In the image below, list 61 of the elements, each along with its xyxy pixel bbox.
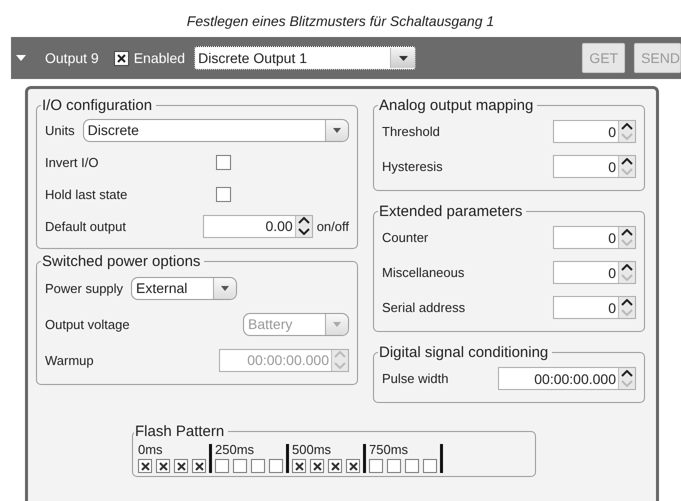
spinner-field[interactable]: 0.00 bbox=[202, 214, 313, 238]
step-checkbox[interactable] bbox=[369, 459, 383, 473]
field-label: Counter bbox=[382, 230, 430, 245]
spinner-field[interactable]: 0 bbox=[553, 296, 636, 319]
spinner-field[interactable]: 0 bbox=[553, 226, 636, 249]
field-label: Warmup bbox=[45, 352, 95, 368]
spinner-field[interactable]: 0 bbox=[553, 261, 636, 284]
checkbox[interactable] bbox=[216, 186, 231, 202]
field-label: Units bbox=[45, 122, 75, 138]
unit-label: on/off bbox=[316, 218, 349, 234]
field-label: Hysteresis bbox=[382, 159, 444, 174]
caret-icon[interactable] bbox=[16, 55, 26, 61]
enabled-label: Enabled bbox=[134, 50, 186, 66]
caret-icon bbox=[333, 322, 341, 326]
field-label: Pulse width bbox=[382, 371, 450, 386]
step-checkbox[interactable] bbox=[292, 459, 306, 473]
step-checkbox[interactable] bbox=[192, 459, 206, 473]
step-checkbox[interactable] bbox=[156, 459, 170, 473]
spinner-field[interactable]: 0 bbox=[553, 155, 636, 178]
caret-icon bbox=[221, 286, 230, 290]
step-checkbox[interactable] bbox=[269, 459, 283, 473]
step-checkbox[interactable] bbox=[423, 459, 437, 473]
step-checkbox[interactable] bbox=[174, 459, 188, 473]
field-label: Miscellaneous bbox=[382, 265, 466, 280]
time-label: 0ms bbox=[138, 442, 164, 457]
step-checkbox[interactable] bbox=[405, 459, 419, 473]
channel-dropdown[interactable]: Discrete Output 1 bbox=[194, 46, 416, 70]
step-checkbox[interactable] bbox=[328, 459, 342, 473]
step-checkbox[interactable] bbox=[233, 459, 247, 473]
field-label: Serial address bbox=[382, 300, 466, 315]
field-label: Threshold bbox=[382, 124, 441, 139]
group-title: Digital signal conditioning bbox=[378, 344, 550, 361]
group-title: Flash Pattern bbox=[134, 423, 226, 440]
time-label: 250ms bbox=[215, 442, 256, 457]
step-checkbox[interactable] bbox=[310, 459, 324, 473]
caret-icon bbox=[333, 128, 341, 132]
field-label: Invert I/O bbox=[45, 154, 100, 170]
field-label: Output voltage bbox=[45, 316, 131, 332]
spinner-field[interactable]: 0 bbox=[553, 120, 636, 143]
caret-icon bbox=[398, 56, 408, 60]
group-title: I/O configuration bbox=[41, 97, 154, 114]
step-checkbox[interactable] bbox=[215, 459, 229, 473]
dropdown-field[interactable]: External bbox=[131, 276, 238, 300]
checkbox[interactable] bbox=[216, 154, 231, 170]
enabled-checkbox[interactable] bbox=[114, 50, 129, 66]
dropdown-field[interactable]: Discrete bbox=[82, 118, 349, 142]
field-label: Default output bbox=[45, 218, 127, 234]
group-title: Analog output mapping bbox=[378, 97, 534, 114]
step-checkbox[interactable] bbox=[346, 459, 360, 473]
group-title: Switched power options bbox=[41, 253, 202, 270]
time-label: 500ms bbox=[292, 442, 332, 457]
step-checkbox[interactable] bbox=[138, 459, 152, 473]
time-label: 750ms bbox=[369, 442, 410, 457]
group-title: Extended parameters bbox=[378, 203, 524, 220]
step-checkbox[interactable] bbox=[387, 459, 401, 473]
step-checkbox[interactable] bbox=[251, 459, 265, 473]
field-label: Power supply bbox=[45, 280, 124, 296]
output-label: Output 9 bbox=[45, 50, 99, 66]
spinner-field[interactable]: 00:00:00.000 bbox=[498, 367, 636, 390]
field-label: Hold last state bbox=[45, 186, 128, 202]
figure-caption: Festlegen eines Blitzmusters für Schaltausgang 1 bbox=[186, 12, 496, 31]
